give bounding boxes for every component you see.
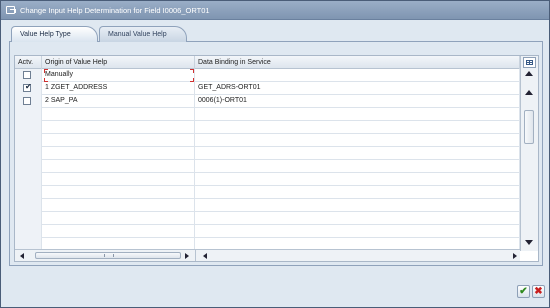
origin-text: Manually: [45, 71, 74, 78]
table-settings-icon: [526, 60, 533, 65]
table-body: Manually ✔ 1 ZGET_ADDRESS GET_ADRS-ORT01…: [15, 69, 520, 251]
title-bar: Change Input Help Determination for Fiel…: [1, 1, 549, 20]
column-header-actv[interactable]: Actv.: [15, 56, 42, 69]
origin-cell[interactable]: Manually: [42, 69, 195, 82]
empty-row: [15, 134, 520, 147]
empty-row: [15, 173, 520, 186]
empty-row: [15, 199, 520, 212]
cancel-button[interactable]: ✖: [532, 285, 545, 298]
cancel-x-icon: ✖: [534, 286, 543, 297]
scroll-right-icon[interactable]: [185, 253, 189, 259]
actv-cell: [15, 95, 42, 108]
table-row[interactable]: 2 SAP_PA 0006(1)-ORT01: [15, 95, 520, 108]
table-settings-button[interactable]: [523, 57, 536, 68]
origin-cell[interactable]: 2 SAP_PA: [42, 95, 195, 108]
scroll-left-icon[interactable]: [20, 253, 24, 259]
active-checkbox[interactable]: [23, 97, 31, 105]
active-checkbox[interactable]: [23, 71, 31, 79]
dialog-window: Change Input Help Determination for Fiel…: [0, 0, 550, 308]
confirm-button[interactable]: ✔: [517, 285, 530, 298]
actv-cell: [15, 69, 42, 82]
window-title: Change Input Help Determination for Fiel…: [20, 6, 210, 15]
scroll-down-icon[interactable]: [525, 240, 533, 245]
actv-cell: ✔: [15, 82, 42, 95]
empty-row: [15, 160, 520, 173]
scroll-left-icon[interactable]: [203, 253, 207, 259]
focus-corner-marker: [44, 69, 48, 73]
window-edit-icon: [6, 6, 16, 14]
checkmark-icon: ✔: [519, 286, 528, 297]
horizontal-scrollbar[interactable]: [15, 249, 520, 261]
empty-row: [15, 225, 520, 238]
tab-value-help-type[interactable]: Value Help Type: [11, 26, 98, 42]
binding-cell[interactable]: 0006(1)-ORT01: [195, 95, 520, 108]
binding-cell[interactable]: GET_ADRS-ORT01: [195, 82, 520, 95]
tab-strip: Value Help Type Manual Value Help: [11, 26, 541, 42]
scroll-right-icon[interactable]: [513, 253, 517, 259]
horizontal-scroll-thumb[interactable]: [35, 252, 181, 259]
binding-cell[interactable]: [195, 69, 520, 82]
table-row[interactable]: Manually: [15, 69, 520, 82]
active-checkbox[interactable]: ✔: [23, 82, 32, 92]
empty-row: [15, 147, 520, 160]
scroll-up-icon[interactable]: [525, 71, 533, 76]
focus-corner-marker: [190, 69, 194, 73]
dialog-footer: ✔ ✖: [1, 271, 549, 307]
empty-row: [15, 108, 520, 121]
page-up-icon[interactable]: [525, 90, 533, 95]
empty-row: [15, 121, 520, 134]
value-help-table: Actv. Origin of Value Help Data Binding …: [14, 55, 539, 262]
table-header: Actv. Origin of Value Help Data Binding …: [15, 56, 520, 69]
tab-manual-value-help[interactable]: Manual Value Help: [99, 26, 187, 42]
tab-panel: Actv. Origin of Value Help Data Binding …: [9, 41, 543, 266]
column-header-binding[interactable]: Data Binding in Service: [195, 56, 520, 69]
empty-row: [15, 186, 520, 199]
origin-cell[interactable]: 1 ZGET_ADDRESS: [42, 82, 195, 95]
vertical-scroll-thumb[interactable]: [524, 110, 534, 144]
empty-row: [15, 212, 520, 225]
checkmark-icon: ✔: [25, 82, 32, 91]
vertical-scrollbar[interactable]: [520, 56, 538, 251]
scrollbar-divider: [195, 250, 196, 261]
column-header-origin[interactable]: Origin of Value Help: [42, 56, 195, 69]
table-row[interactable]: ✔ 1 ZGET_ADDRESS GET_ADRS-ORT01: [15, 82, 520, 95]
